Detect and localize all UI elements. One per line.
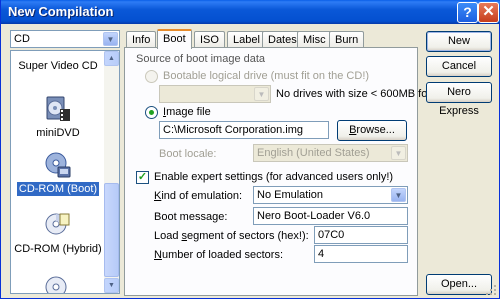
cd-rom-hybrid-icon (44, 211, 72, 239)
image-file-label: Image file (163, 106, 211, 118)
no-drives-message: No drives with size < 600MB found! (276, 88, 449, 100)
boot-locale-select[interactable]: English (United States) ▼ (253, 144, 408, 162)
cd-rom-boot-icon (44, 151, 72, 179)
boot-locale-label: Boot locale: (159, 148, 217, 160)
emulation-value: No Emulation (257, 189, 324, 201)
tab-boot[interactable]: Boot (157, 29, 192, 49)
boot-message-label: Boot message: (154, 211, 228, 223)
boot-message-field[interactable]: Nero Boot-Loader V6.0 (253, 207, 408, 225)
list-item-cd-rom-boot[interactable]: CD-ROM (Boot) (11, 151, 105, 196)
media-type-select[interactable]: CD ▼ (10, 30, 120, 48)
emulation-select[interactable]: No Emulation ▼ (253, 186, 408, 204)
source-heading: Source of boot image data (136, 53, 266, 65)
scroll-thumb[interactable] (104, 183, 119, 277)
list-item-super-video-cd[interactable]: Super Video CD (11, 59, 105, 73)
list-item-partial[interactable] (11, 273, 105, 293)
tab-misc[interactable]: Misc (297, 31, 332, 48)
disc-icon (44, 273, 72, 293)
chevron-down-icon[interactable]: ▼ (391, 146, 406, 160)
chevron-down-icon[interactable]: ▼ (103, 32, 118, 46)
scroll-down-button[interactable]: ▼ (104, 278, 119, 293)
emulation-label: Kind of emulation: (154, 190, 243, 202)
chevron-down-icon[interactable]: ▼ (254, 87, 269, 101)
open-button[interactable]: Open... (426, 274, 492, 295)
scroll-up-button[interactable]: ▲ (104, 51, 119, 66)
image-file-radio[interactable] (145, 106, 158, 119)
boot-tab-panel: Source of boot image data Bootable logic… (124, 47, 449, 296)
list-item-minidvd[interactable]: miniDVD (11, 95, 105, 140)
close-button[interactable]: ✕ (478, 2, 499, 23)
list-item-label: miniDVD (36, 127, 80, 139)
load-segment-label: Load segment of sectors (hex!): (154, 230, 309, 242)
chevron-down-icon[interactable]: ▼ (391, 188, 406, 202)
tab-iso[interactable]: ISO (194, 31, 225, 48)
compilation-type-list[interactable]: Super Video CD miniDVD CD-ROM (Boot) CD-… (10, 50, 120, 294)
expert-settings-checkbox[interactable]: ✓ (136, 171, 149, 184)
help-button[interactable]: ? (457, 2, 478, 23)
tab-info[interactable]: Info (126, 31, 157, 48)
list-item-label: CD-ROM (Hybrid) (14, 243, 102, 255)
media-type-value: CD (14, 33, 30, 45)
minidvd-icon (44, 95, 72, 123)
tab-burn[interactable]: Burn (329, 31, 365, 48)
nero-express-button[interactable]: Nero Express (426, 82, 492, 117)
tab-label[interactable]: Label (227, 31, 266, 48)
new-button[interactable]: New (426, 31, 492, 52)
bootable-drive-label: Bootable logical drive (must fit on the … (163, 70, 370, 82)
drive-select[interactable]: ▼ (159, 85, 271, 103)
window-title: New Compilation (8, 4, 114, 19)
browse-button[interactable]: Browse... (337, 120, 407, 141)
bootable-drive-radio[interactable] (145, 70, 158, 83)
resize-grip-icon[interactable] (485, 284, 497, 296)
sectors-label: Number of loaded sectors: (154, 249, 284, 261)
list-scrollbar[interactable]: ▲ ▼ (104, 51, 119, 293)
list-item-label: Super Video CD (18, 60, 98, 72)
new-compilation-window: New Compilation ? ✕ CD ▼ Super Video CD (0, 0, 500, 299)
expert-settings-label: Enable expert settings (for advanced use… (154, 171, 394, 183)
image-file-path-field[interactable]: C:\Microsoft Corporation.img (159, 121, 329, 139)
boot-locale-value: English (United States) (257, 147, 370, 159)
cancel-button[interactable]: Cancel (426, 56, 492, 77)
sectors-field[interactable]: 4 (314, 245, 408, 263)
list-item-label: CD-ROM (Boot) (16, 182, 100, 196)
title-bar[interactable]: New Compilation ? ✕ (1, 0, 500, 24)
load-segment-field[interactable]: 07C0 (314, 226, 408, 244)
list-item-cd-rom-hybrid[interactable]: CD-ROM (Hybrid) (11, 211, 105, 256)
